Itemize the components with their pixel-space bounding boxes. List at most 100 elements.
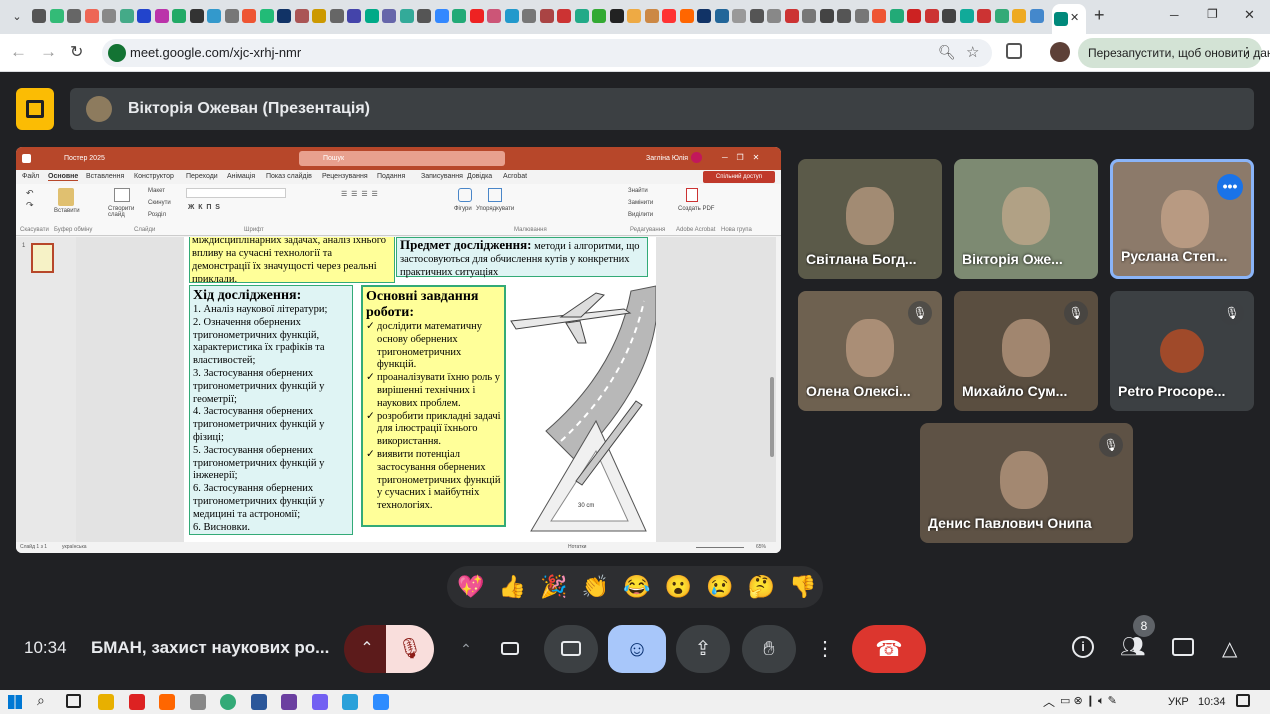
tab-favicon-icon[interactable] bbox=[644, 9, 659, 23]
participant-tile[interactable]: Світлана Богд... bbox=[798, 159, 942, 279]
participant-tile[interactable]: 🎙︎ Petro Procope... bbox=[1110, 291, 1254, 411]
ppt-menu-item[interactable]: Основне bbox=[48, 173, 79, 181]
tab-favicon-icon[interactable] bbox=[732, 9, 746, 23]
mic-toggle-button[interactable]: 🎙︎ bbox=[386, 625, 434, 673]
ppt-menu-item[interactable]: Анімація bbox=[227, 173, 255, 180]
tab-favicon-icon[interactable] bbox=[1029, 9, 1044, 23]
tray-chevron-icon[interactable]: ︿ bbox=[1043, 693, 1055, 710]
ppt-reset-label[interactable]: Скинути bbox=[148, 200, 171, 206]
reaction-button[interactable]: 🤔 bbox=[748, 573, 775, 601]
reaction-button[interactable]: 🎉 bbox=[540, 573, 567, 601]
chat-icon[interactable] bbox=[1172, 638, 1194, 656]
reaction-button[interactable]: 💖 bbox=[457, 573, 484, 601]
word-icon[interactable] bbox=[250, 694, 267, 710]
tab-favicon-icon[interactable] bbox=[977, 9, 991, 23]
site-info-icon[interactable] bbox=[108, 44, 126, 62]
zoom-icon[interactable]: 🔍︎ bbox=[938, 44, 956, 61]
audio-options-button[interactable]: ⌃ bbox=[344, 625, 390, 673]
participant-tile[interactable]: ••• Руслана Степ... bbox=[1110, 159, 1254, 279]
reaction-button[interactable]: 😮 bbox=[665, 573, 692, 601]
bookmark-star-icon[interactable]: ☆ bbox=[966, 43, 979, 61]
captions-button[interactable] bbox=[544, 625, 598, 673]
reaction-button[interactable]: 👎 bbox=[789, 573, 816, 601]
participant-tile[interactable]: 🎙︎ Михайло Сум... bbox=[954, 291, 1098, 411]
tab-favicon-icon[interactable] bbox=[697, 9, 711, 23]
tab-favicon-icon[interactable] bbox=[609, 9, 624, 23]
opera-icon[interactable] bbox=[128, 694, 145, 710]
ppt-menu-item[interactable]: Рецензування bbox=[322, 173, 368, 180]
tab-favicon-icon[interactable] bbox=[487, 9, 501, 23]
extensions-icon[interactable] bbox=[1006, 43, 1022, 59]
tab-favicon-icon[interactable] bbox=[364, 9, 379, 23]
ppt-new-slide-label[interactable]: Створити слайд bbox=[108, 206, 138, 218]
ppt-shapes-icon[interactable] bbox=[458, 188, 472, 202]
paint-icon[interactable] bbox=[159, 694, 175, 710]
file-explorer-icon[interactable] bbox=[98, 694, 114, 710]
telegram-icon[interactable] bbox=[342, 694, 358, 710]
ppt-select-label[interactable]: Виділити bbox=[628, 212, 653, 218]
present-screen-button[interactable]: ⇪ bbox=[676, 625, 730, 673]
tab-favicon-icon[interactable] bbox=[522, 9, 536, 23]
tab-favicon-icon[interactable] bbox=[662, 9, 676, 23]
search-icon[interactable]: ⌕ bbox=[37, 692, 45, 709]
tab-favicon-icon[interactable] bbox=[872, 9, 886, 23]
tab-favicon-icon[interactable] bbox=[32, 9, 46, 23]
ppt-menu-item[interactable]: Конструктор bbox=[134, 173, 174, 180]
more-menu-icon[interactable]: ⋮ bbox=[1240, 44, 1254, 61]
tab-favicon-icon[interactable] bbox=[539, 9, 554, 23]
ppt-arrange-icon[interactable] bbox=[488, 188, 502, 202]
tab-favicon-icon[interactable] bbox=[189, 9, 204, 23]
tab-favicon-icon[interactable] bbox=[784, 9, 799, 23]
maximize-button[interactable]: ❐ bbox=[1207, 7, 1218, 21]
tab-favicon-icon[interactable] bbox=[242, 9, 256, 23]
tab-favicon-icon[interactable] bbox=[154, 9, 169, 23]
tab-favicon-icon[interactable] bbox=[889, 9, 904, 23]
forward-icon[interactable]: → bbox=[40, 42, 57, 62]
tab-favicon-icon[interactable] bbox=[84, 9, 99, 23]
ppt-menu-item[interactable]: Acrobat bbox=[503, 173, 527, 180]
ppt-menu-item[interactable]: Файл bbox=[22, 173, 39, 180]
tab-favicon-icon[interactable] bbox=[224, 9, 239, 23]
profile-avatar[interactable] bbox=[1050, 42, 1070, 62]
activities-icon[interactable]: △ bbox=[1222, 636, 1237, 661]
ppt-create-pdf-icon[interactable] bbox=[686, 188, 698, 202]
ppt-font-box[interactable] bbox=[186, 188, 286, 198]
ppt-create-pdf-label[interactable]: Создать PDF bbox=[678, 206, 714, 212]
ppt-window-controls[interactable]: ─ ❐ ✕ bbox=[722, 153, 759, 162]
tab-favicon-icon[interactable] bbox=[434, 9, 449, 23]
ppt-undo-icon[interactable]: ↶ bbox=[26, 188, 34, 199]
notifications-icon[interactable] bbox=[1236, 694, 1250, 707]
tab-favicon-icon[interactable] bbox=[557, 9, 571, 23]
ppt-replace-label[interactable]: Замінити bbox=[628, 200, 653, 206]
camera-toggle-button[interactable] bbox=[487, 625, 533, 673]
participant-tile[interactable]: Вікторія Оже... bbox=[954, 159, 1098, 279]
tab-favicon-icon[interactable] bbox=[1012, 9, 1026, 23]
ppt-layout-label[interactable]: Макет bbox=[148, 188, 165, 194]
tab-favicon-icon[interactable] bbox=[924, 9, 939, 23]
tab-favicon-icon[interactable] bbox=[959, 9, 974, 23]
ppt-share-button[interactable]: Спільний доступ bbox=[703, 171, 775, 183]
ppt-redo-icon[interactable]: ↷ bbox=[26, 200, 34, 211]
tab-favicon-icon[interactable] bbox=[102, 9, 116, 23]
reaction-button[interactable]: 👏 bbox=[582, 573, 609, 601]
ppt-vertical-scrollbar[interactable] bbox=[770, 377, 774, 457]
tab-favicon-icon[interactable] bbox=[592, 9, 606, 23]
tab-favicon-icon[interactable] bbox=[417, 9, 431, 23]
tab-favicon-icon[interactable] bbox=[207, 9, 221, 23]
ppt-menu-item[interactable]: Вставлення bbox=[86, 173, 124, 180]
ppt-zoom-slider[interactable] bbox=[696, 547, 744, 548]
tab-favicon-icon[interactable] bbox=[329, 9, 344, 23]
reload-icon[interactable]: ↻ bbox=[70, 42, 83, 62]
tab-favicon-icon[interactable] bbox=[382, 9, 396, 23]
people-icon[interactable]: 👥︎ bbox=[1120, 634, 1145, 659]
video-options-button[interactable]: ⌃ bbox=[446, 625, 486, 673]
tab-favicon-icon[interactable] bbox=[767, 9, 781, 23]
tab-favicon-icon[interactable] bbox=[994, 9, 1009, 23]
tab-favicon-icon[interactable] bbox=[294, 9, 309, 23]
tab-favicon-icon[interactable] bbox=[749, 9, 764, 23]
tab-list-icon[interactable]: ⌄ bbox=[8, 8, 26, 26]
tab-favicon-icon[interactable] bbox=[854, 9, 869, 23]
ppt-status-notes[interactable]: Нотатки bbox=[568, 544, 586, 550]
tab-favicon-icon[interactable] bbox=[172, 9, 186, 23]
leave-call-button[interactable]: ☎︎ bbox=[852, 625, 926, 673]
